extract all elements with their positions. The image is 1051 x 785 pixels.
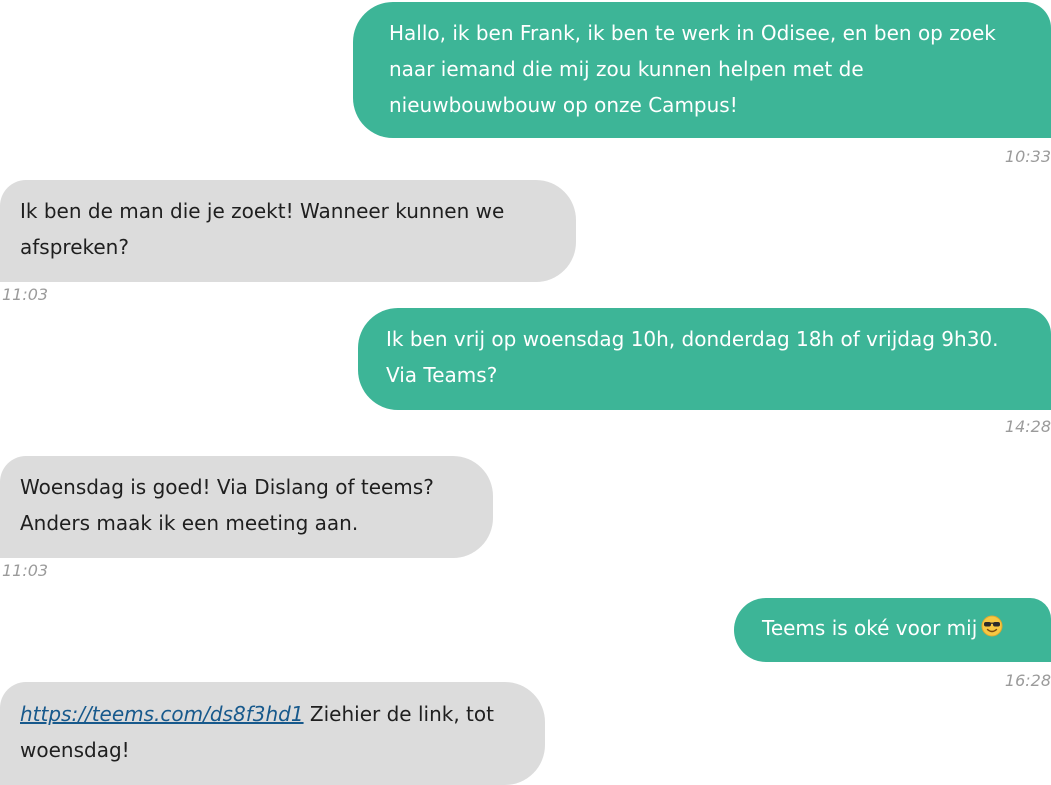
message-bubble-sent: Teems is oké voor mij xyxy=(734,598,1051,662)
message-bubble-received: Woensdag is goed! Via Dislang of teems? … xyxy=(0,456,493,558)
message-timestamp: 10:33 xyxy=(1004,147,1051,166)
message-text-line: Woensdag is goed! Via Dislang of teems? xyxy=(20,475,434,499)
message-text: Teems is oké voor mij xyxy=(762,616,978,640)
message-text-line: Teems is oké voor mij xyxy=(762,610,1031,646)
message-text-line: nieuwbouwbouw op onze Campus! xyxy=(389,93,738,117)
message-bubble-received: https://teems.com/ds8f3hd1 Ziehier de li… xyxy=(0,682,545,785)
message-text-line: https://teems.com/ds8f3hd1 Ziehier de li… xyxy=(20,696,525,732)
message-text-line: Ik ben vrij op woensdag 10h, donderdag 1… xyxy=(386,327,999,351)
message-text-line: Ik ben de man die je zoekt! Wanneer kunn… xyxy=(20,199,505,223)
message-text-line: Anders maak ik een meeting aan. xyxy=(20,511,359,535)
chat-thread: Hallo, ik ben Frank, ik ben te werk in O… xyxy=(0,0,1051,785)
message-timestamp: 14:28 xyxy=(1004,417,1051,436)
sunglasses-emoji-icon xyxy=(981,612,1003,637)
message-text-line: Via Teams? xyxy=(386,363,498,387)
message-text: Ziehier de link, tot xyxy=(303,702,494,726)
message-bubble-sent: Ik ben vrij op woensdag 10h, donderdag 1… xyxy=(358,308,1051,410)
message-timestamp: 11:03 xyxy=(2,285,49,304)
message-text-line: naar iemand die mij zou kunnen helpen me… xyxy=(389,57,864,81)
message-timestamp: 16:28 xyxy=(1004,671,1051,690)
message-bubble-received: Ik ben de man die je zoekt! Wanneer kunn… xyxy=(0,180,576,282)
message-text-line: Hallo, ik ben Frank, ik ben te werk in O… xyxy=(389,21,996,45)
message-timestamp: 11:03 xyxy=(2,561,49,580)
message-text-line: afspreken? xyxy=(20,235,129,259)
message-text-line: woensdag! xyxy=(20,738,130,762)
meeting-link[interactable]: https://teems.com/ds8f3hd1 xyxy=(20,702,304,726)
message-bubble-sent: Hallo, ik ben Frank, ik ben te werk in O… xyxy=(353,2,1051,138)
